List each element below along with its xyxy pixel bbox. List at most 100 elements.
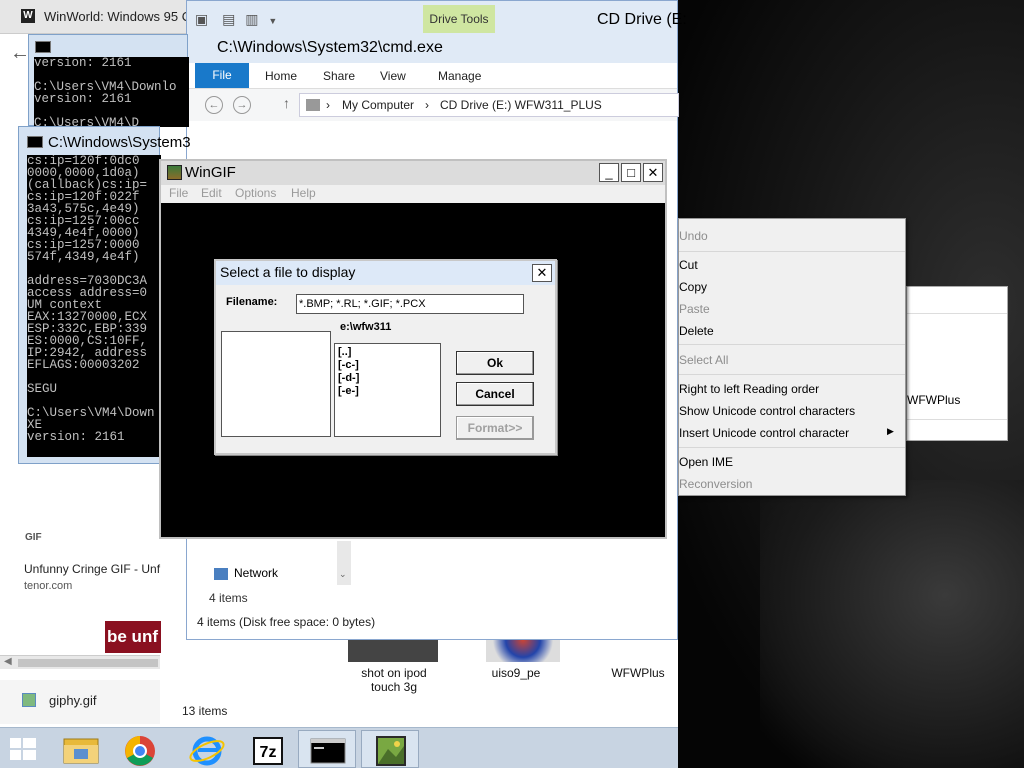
browser-tab[interactable]: W WinWorld: Windows 95 OS	[0, 0, 201, 34]
menu-separator	[679, 251, 905, 252]
desktop-icon-label[interactable]: shot on ipod touch 3g	[344, 666, 444, 694]
tab-view[interactable]: View	[380, 69, 406, 83]
wingif-titlebar[interactable]: WinGIF _ □ ✕	[161, 161, 665, 185]
undo-icon[interactable]: ▥	[245, 11, 258, 27]
cmd-icon	[35, 41, 51, 53]
internet-explorer-icon	[189, 736, 225, 766]
cmd-title-overlay[interactable]: C:\Windows\System32\cmd.exe	[187, 37, 677, 91]
drive-tools-tab[interactable]: Drive Tools	[423, 5, 495, 33]
gif-result-title[interactable]: Unfunny Cringe GIF - Unf	[24, 562, 160, 576]
menu-item-delete[interactable]: Delete	[679, 321, 905, 341]
tab-share[interactable]: Share	[323, 69, 355, 83]
taskbar-command-prompt[interactable]	[298, 730, 356, 768]
scrollbar-thumb[interactable]	[18, 659, 158, 667]
quick-access-toolbar[interactable]: ▣ ▤ ▥ ▼	[195, 11, 277, 28]
winworld-logo-icon: W	[21, 9, 35, 23]
desktop-background-shade	[760, 480, 1024, 768]
menu-help[interactable]: Help	[291, 186, 316, 200]
minimize-button[interactable]: _	[599, 163, 619, 182]
menu-item-rtl-reading[interactable]: Right to left Reading order	[679, 379, 905, 399]
scroll-down-icon[interactable]: ⌄	[339, 569, 347, 580]
taskbar-chrome[interactable]	[110, 730, 168, 768]
filename-label: Filename:	[226, 296, 278, 308]
menu-item-undo[interactable]: Undo	[679, 226, 905, 246]
video-thumbnail-icon[interactable]	[348, 640, 438, 662]
menu-options[interactable]: Options	[235, 186, 276, 200]
up-arrow-icon[interactable]: ↑	[283, 95, 290, 111]
list-item[interactable]: [..]	[338, 346, 351, 358]
forward-arrow-icon[interactable]: →	[233, 96, 251, 114]
disc-icon[interactable]	[486, 640, 560, 662]
breadcrumb-separator: ›	[326, 98, 330, 112]
wingif-menubar: File Edit Options Help	[161, 185, 665, 203]
breadcrumb-cd-drive[interactable]: CD Drive (E:) WFW311_PLUS	[440, 98, 602, 112]
properties-icon[interactable]: ▣	[195, 11, 208, 27]
menu-item-cut[interactable]: Cut	[679, 255, 905, 275]
menu-item-reconversion[interactable]: Reconversion	[679, 474, 905, 494]
new-folder-icon[interactable]: ▤	[222, 11, 235, 27]
menu-item-open-ime[interactable]: Open IME	[679, 452, 905, 472]
folder-items-count: 13 items	[182, 704, 228, 718]
file-listbox[interactable]	[221, 331, 331, 437]
menu-item-select-all[interactable]: Select All	[679, 350, 905, 370]
command-prompt-icon	[310, 738, 346, 764]
taskbar-wingif[interactable]	[361, 730, 419, 768]
download-filename[interactable]: giphy.gif	[49, 693, 96, 708]
taskbar-7zip[interactable]: 7z	[238, 730, 296, 768]
dialog-title: Select a file to display	[220, 264, 356, 280]
image-file-icon	[22, 693, 36, 707]
dialog-close-button[interactable]: ✕	[532, 264, 552, 282]
scroll-left-icon[interactable]: ◀	[4, 656, 12, 667]
7zip-icon: 7z	[253, 737, 283, 765]
nav-item-network[interactable]: Network	[214, 566, 278, 580]
console-output: version: 2161 C:\Users\VM4\Downlo versio…	[34, 57, 189, 127]
cancel-button[interactable]: Cancel	[456, 382, 534, 406]
taskbar-internet-explorer[interactable]	[177, 730, 235, 768]
list-item[interactable]: [-d-]	[338, 372, 359, 384]
menu-item-show-unicode[interactable]: Show Unicode control characters	[679, 401, 905, 421]
submenu-label[interactable]: WFWPlus	[907, 393, 960, 407]
wingif-app-icon	[167, 165, 182, 180]
tab-manage[interactable]: Manage	[438, 69, 481, 83]
browser-horizontal-scrollbar[interactable]: ◀	[0, 655, 160, 669]
desktop-icon-label[interactable]: WFWPlus	[588, 666, 688, 680]
close-button[interactable]: ✕	[643, 163, 663, 182]
list-item[interactable]: [-c-]	[338, 359, 359, 371]
gif-thumbnail[interactable]: be unf	[105, 621, 161, 653]
explorer-titlebar[interactable]: ▣ ▤ ▥ ▼ Drive Tools CD Drive (E:	[187, 1, 687, 37]
svg-text:7z: 7z	[260, 744, 277, 761]
back-arrow-icon[interactable]: ←	[205, 96, 223, 114]
address-bar-row: ← → ↑ › My Computer › CD Drive (E:) WFW3…	[187, 89, 679, 121]
ribbon-tabs: File Home Share View Manage	[187, 63, 677, 89]
menu-item-paste[interactable]: Paste	[679, 299, 905, 319]
desktop-icon-label[interactable]: uiso9_pe	[466, 666, 566, 680]
gif-badge: GIF	[25, 532, 42, 543]
qat-dropdown-icon[interactable]: ▼	[268, 16, 277, 26]
start-button[interactable]	[8, 736, 38, 762]
cmd-window-main[interactable]: C:\Windows\System3 cs:ip=120f:0dc0 0000,…	[18, 126, 191, 464]
menu-edit[interactable]: Edit	[201, 186, 222, 200]
menu-divider	[907, 313, 1007, 314]
ok-button[interactable]: Ok	[456, 351, 534, 375]
maximize-button[interactable]: □	[621, 163, 641, 182]
list-item[interactable]: [-e-]	[338, 385, 359, 397]
nav-pane-scrollbar[interactable]: ⌄	[337, 541, 351, 585]
nav-item-label: Network	[234, 566, 279, 580]
folder-icon	[63, 738, 99, 764]
directory-listbox[interactable]: [..] [-c-] [-d-] [-e-]	[334, 343, 441, 437]
tab-home[interactable]: Home	[265, 69, 297, 83]
format-button[interactable]: Format>>	[456, 416, 534, 440]
cmd-window-top[interactable]: version: 2161 C:\Users\VM4\Downlo versio…	[28, 34, 189, 127]
menu-item-copy[interactable]: Copy	[679, 277, 905, 297]
breadcrumb-my-computer[interactable]: My Computer	[342, 98, 414, 112]
menu-file[interactable]: File	[169, 186, 188, 200]
submenu-arrow-icon: ▶	[887, 426, 894, 436]
taskbar-file-explorer[interactable]	[51, 730, 109, 768]
tab-file[interactable]: File	[195, 63, 249, 88]
browser-back-icon[interactable]: ←	[10, 42, 30, 65]
menu-item-insert-unicode[interactable]: Insert Unicode control character	[679, 423, 905, 443]
address-bar[interactable]: › My Computer › CD Drive (E:) WFW311_PLU…	[299, 93, 679, 117]
context-menu: Undo Cut Copy Paste Delete Select All Ri…	[678, 218, 906, 496]
dialog-titlebar[interactable]: Select a file to display ✕	[216, 261, 555, 285]
filename-input[interactable]: *.BMP; *.RL; *.GIF; *.PCX	[296, 294, 524, 314]
